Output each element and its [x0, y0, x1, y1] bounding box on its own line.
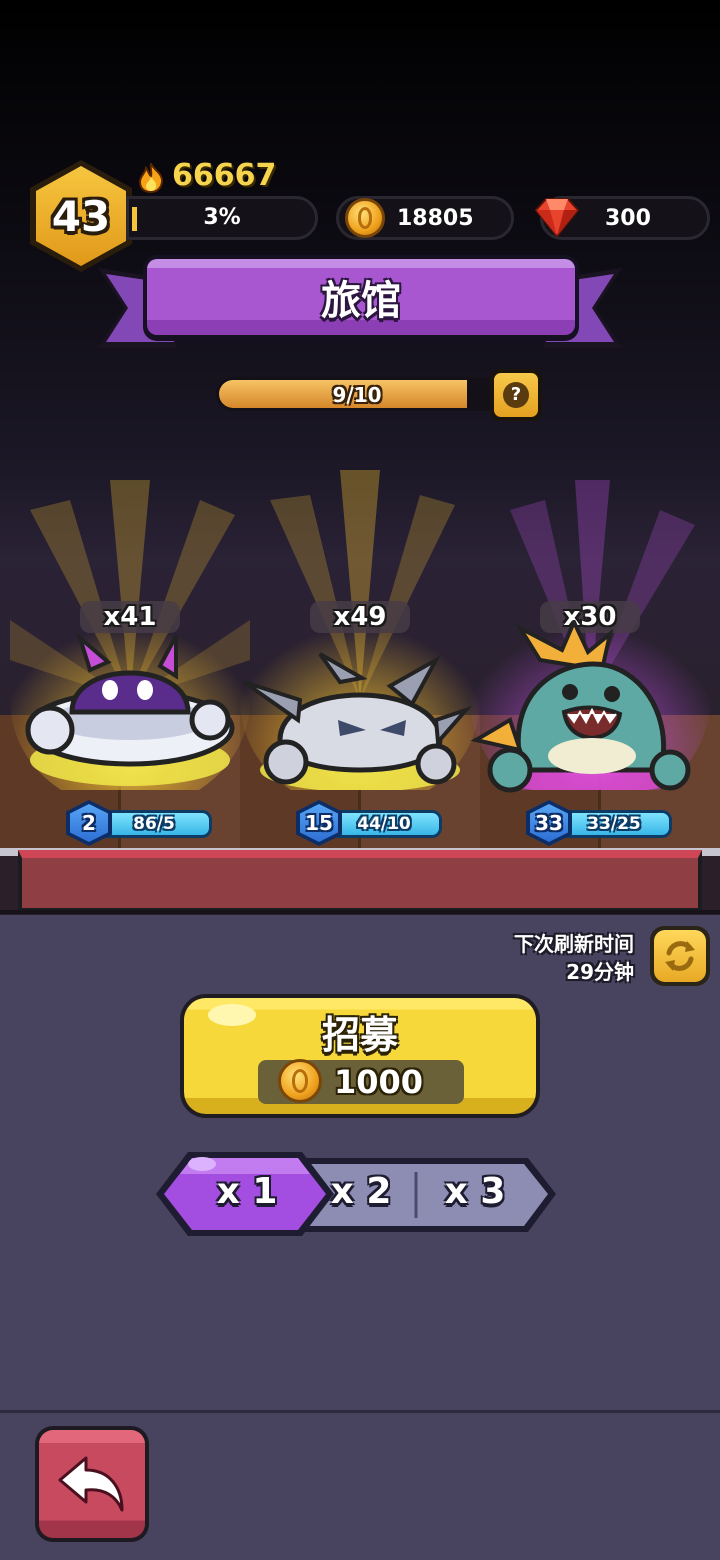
hero-progress: 33/25 [587, 814, 641, 834]
hero-progress: 86/5 [133, 814, 175, 834]
page-title: 旅馆 [321, 278, 401, 324]
player-level: 43 [51, 191, 111, 241]
refresh-button[interactable] [650, 926, 710, 986]
multiplier-option-3[interactable]: x 3 [420, 1168, 530, 1216]
capacity-bar: 9/10 [216, 377, 498, 411]
gold-value: 18805 [397, 206, 474, 231]
purple-ufo-creature-icon [25, 631, 235, 767]
gold-coin-icon [278, 1059, 322, 1103]
hero-slot-1[interactable]: x41 86/5 2 [10, 470, 250, 850]
question-icon: ? [503, 382, 529, 408]
gold-counter[interactable]: 18805 [336, 196, 514, 240]
back-button[interactable] [35, 1426, 149, 1542]
hero-level: 33 [530, 804, 568, 842]
title-banner: 旅馆 [143, 255, 579, 341]
recruit-label: 招募 [321, 1013, 398, 1057]
divider [0, 910, 720, 914]
refresh-timer: 下次刷新时间 29分钟 [514, 930, 634, 986]
gem-value: 300 [605, 206, 651, 231]
help-button[interactable]: ? [490, 369, 542, 421]
refresh-time: 29分钟 [566, 960, 634, 984]
ruby-gem-icon [534, 198, 580, 238]
hero-stat: 33/25 33 [526, 800, 674, 846]
multiplier-option-1[interactable]: x 1 [192, 1168, 302, 1216]
hero-stat: 86/5 2 [66, 800, 214, 846]
spiky-silver-creature-icon [242, 652, 473, 785]
teal-dino-creature-icon [470, 620, 691, 793]
hero-progress: 44/10 [357, 814, 411, 834]
hero-slot-3[interactable]: x30 33/25 33 [470, 470, 710, 850]
multiplier-selector: x 1 x 2 x 3 [154, 1150, 560, 1240]
capacity-label: 9/10 [332, 383, 382, 407]
recruit-cost: 1000 [258, 1059, 464, 1104]
recruit-cost-value: 1000 [334, 1063, 424, 1101]
hero-stat: 44/10 15 [296, 800, 444, 846]
power-value: 66667 [172, 158, 277, 193]
gold-coin-icon [345, 198, 385, 238]
back-arrow-icon [58, 1456, 124, 1512]
hero-slot-2[interactable]: x49 44/10 15 [240, 470, 480, 850]
hero-level: 2 [70, 804, 108, 842]
recruit-button[interactable]: 招募 1000 [180, 994, 540, 1118]
xp-percent: 3% [203, 205, 241, 230]
refresh-label: 下次刷新时间 [514, 932, 634, 956]
flame-icon [138, 163, 164, 193]
hero-level: 15 [300, 804, 338, 842]
multiplier-option-2[interactable]: x 2 [306, 1168, 416, 1216]
tavern-counter [18, 850, 702, 912]
refresh-icon [665, 941, 695, 971]
xp-bar: 3% [126, 196, 318, 240]
